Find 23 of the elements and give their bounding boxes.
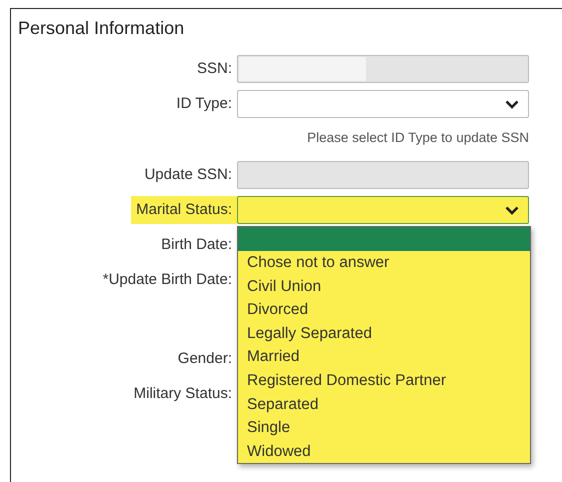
chevron-down-icon	[505, 100, 519, 109]
dropdown-option[interactable]: Registered Domestic Partner	[238, 368, 530, 393]
dropdown-option[interactable]: Separated	[238, 392, 530, 416]
chevron-down-icon	[505, 206, 519, 215]
dropdown-option[interactable]: Civil Union	[238, 274, 530, 298]
select-field[interactable]	[237, 196, 529, 224]
dropdown-option[interactable]: Chose not to answer	[238, 251, 530, 275]
field-label: Birth Date:	[160, 235, 233, 255]
field-label: Gender:	[176, 349, 233, 369]
hint-text: Please select ID Type to update SSN	[306, 129, 529, 147]
field-label: Update SSN:	[143, 165, 233, 185]
field-label: Military Status:	[132, 384, 233, 404]
dropdown-option[interactable]: Legally Separated	[238, 322, 530, 346]
field-label: *Update Birth Date:	[102, 270, 233, 290]
section-title: Personal Information	[18, 17, 184, 40]
field-label: Marital Status:	[131, 196, 237, 224]
dropdown-option[interactable]: Widowed	[238, 440, 530, 464]
field-label: SSN:	[196, 59, 233, 79]
dropdown-option[interactable]: Married	[238, 345, 530, 369]
select-field[interactable]	[237, 90, 529, 118]
field-label: ID Type:	[175, 94, 233, 114]
dropdown-option[interactable]: Single	[238, 416, 530, 440]
dropdown-option[interactable]: Divorced	[238, 298, 530, 322]
